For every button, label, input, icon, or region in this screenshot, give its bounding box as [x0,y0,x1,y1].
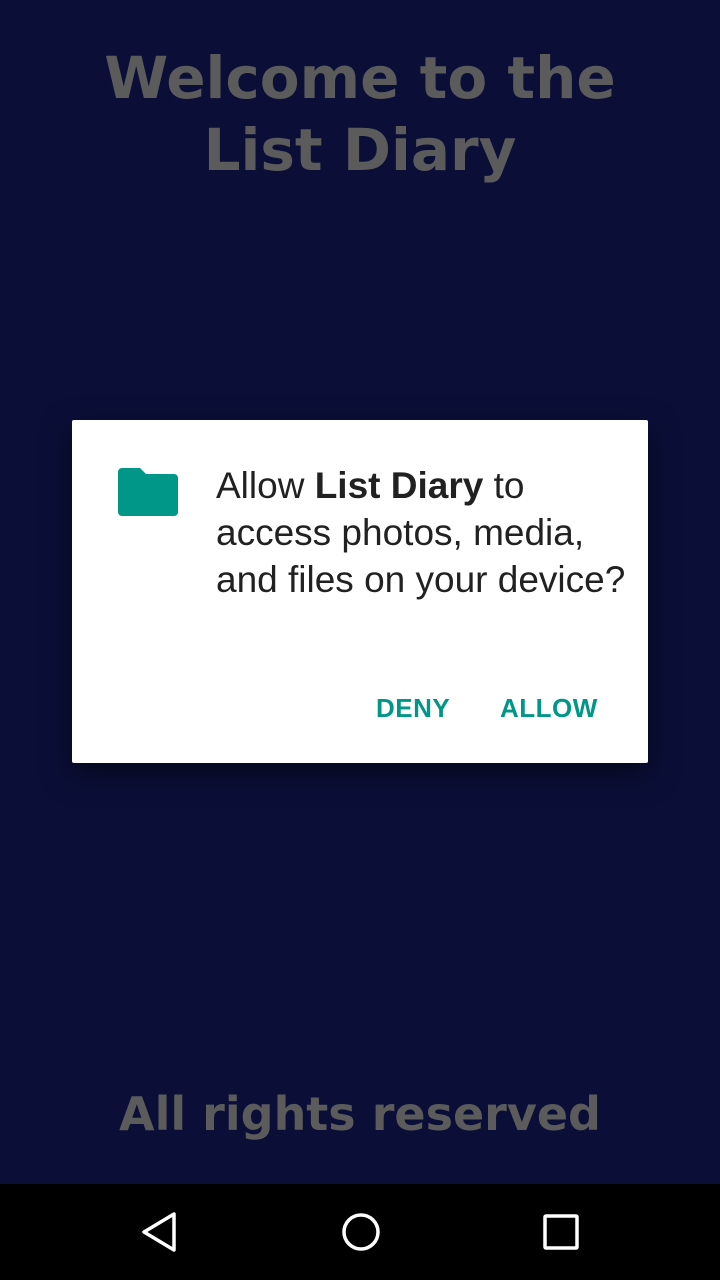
deny-button[interactable]: DENY [368,686,458,730]
recents-square-icon[interactable] [537,1208,585,1256]
permission-message: Allow List Diary to access photos, media… [216,462,626,603]
allow-button[interactable]: ALLOW [492,686,606,730]
permission-dialog: Allow List Diary to access photos, media… [72,420,648,763]
message-prefix: Allow [216,465,315,506]
home-circle-icon[interactable] [337,1208,385,1256]
navigation-bar [0,1184,720,1280]
folder-icon [118,468,178,516]
app-name: List Diary [314,465,484,506]
copyright-text: All rights reserved [119,1087,601,1141]
welcome-title: Welcome to the List Diary [104,44,616,184]
back-triangle-icon[interactable] [136,1208,184,1256]
